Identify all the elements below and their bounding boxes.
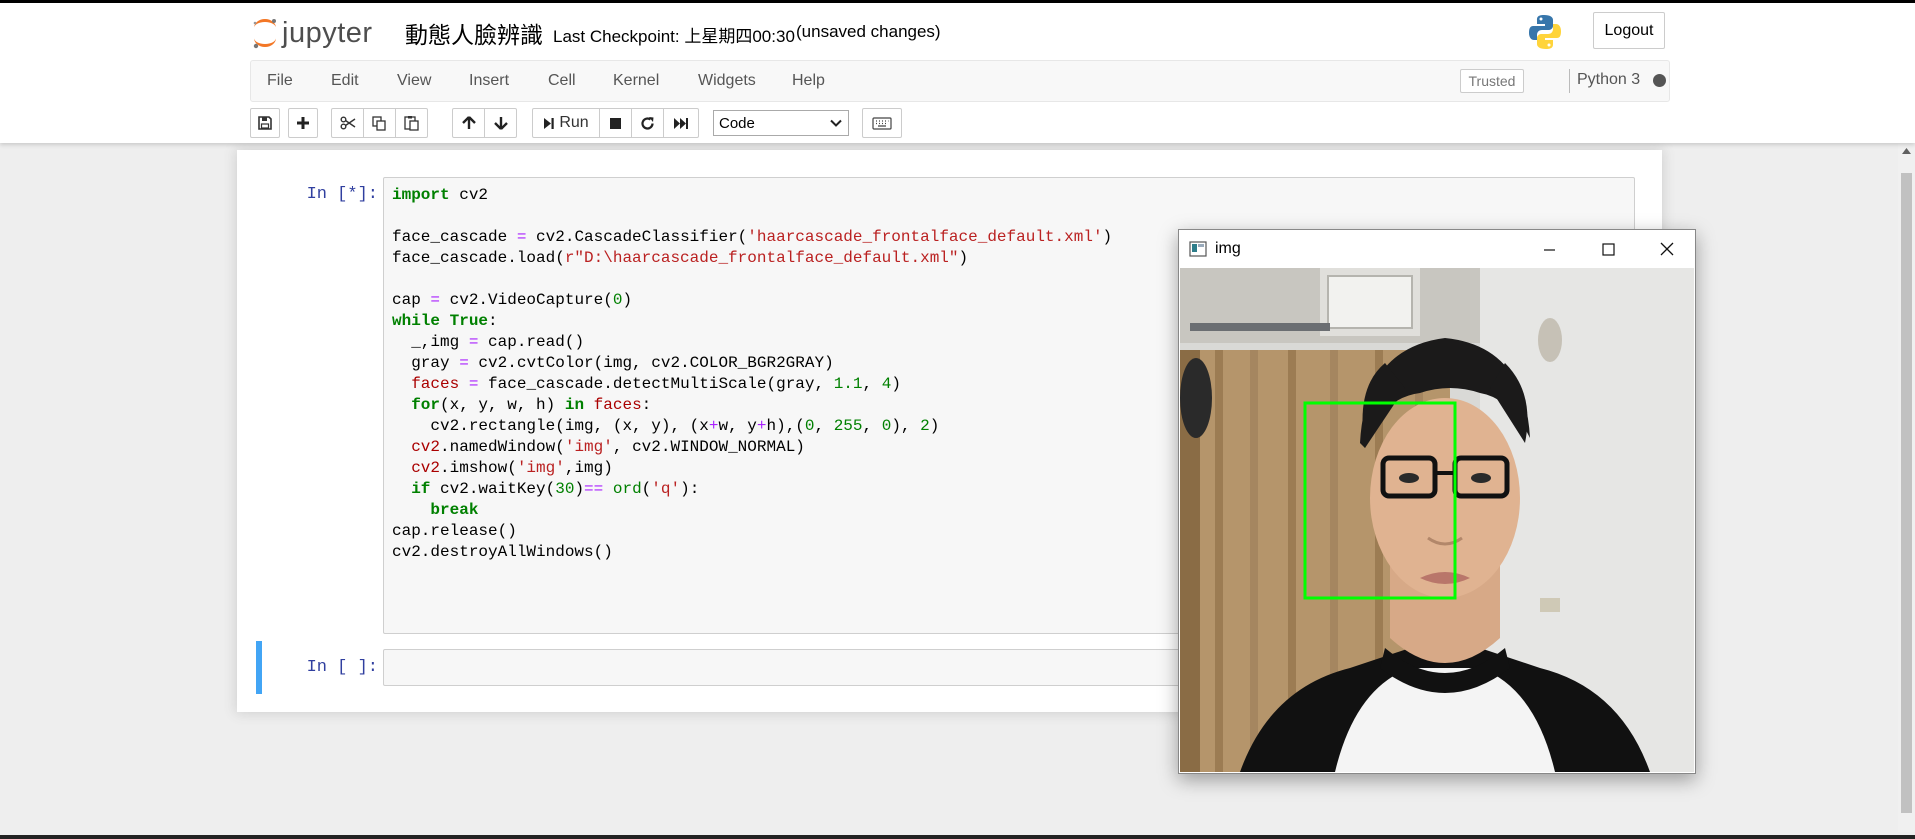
close-icon [1660, 242, 1674, 256]
cell-1-prompt: In [*]: [306, 185, 378, 204]
stop-icon [610, 117, 621, 129]
kernel-busy-indicator [1653, 74, 1666, 87]
minimize-icon [1543, 248, 1555, 251]
move-down-button[interactable] [484, 108, 517, 138]
plus-icon [297, 117, 309, 129]
checkpoint-status: Last Checkpoint: 上星期四00:30 [553, 27, 795, 46]
menu-cell[interactable]: Cell [548, 72, 576, 90]
minimize-button[interactable] [1538, 238, 1560, 260]
cell-2-prompt: In [ ]: [306, 658, 378, 677]
menu-view[interactable]: View [397, 72, 431, 90]
run-label: Run [559, 114, 589, 131]
restart-button[interactable] [631, 108, 664, 138]
kernel-name: Python 3 [1577, 71, 1641, 88]
keyboard-icon [872, 116, 892, 130]
image-window-title: img [1215, 240, 1241, 257]
code-cell-1-source[interactable]: import cv2 face_cascade = cv2.CascadeCla… [392, 185, 1112, 563]
menu-edit[interactable]: Edit [331, 72, 359, 90]
autosave-status: (unsaved changes) [796, 22, 941, 41]
restart-run-all-button[interactable] [663, 108, 699, 138]
notebook-name[interactable]: 動態人臉辨識 [405, 16, 543, 50]
insert-cell-button[interactable] [288, 108, 318, 138]
maximize-button[interactable] [1597, 238, 1619, 260]
maximize-icon [1601, 242, 1615, 256]
restart-icon [641, 116, 654, 130]
kernel-separator [1569, 69, 1570, 93]
webcam-image [1180, 268, 1694, 772]
header-bar: jupyter 動態人臉辨識 Last Checkpoint: 上星期四00:3… [250, 6, 1670, 58]
cell-type-select[interactable]: Code [713, 110, 849, 136]
paste-icon [404, 116, 419, 131]
window-app-icon [1189, 241, 1207, 257]
copy-button[interactable] [363, 108, 396, 138]
menubar: File Edit View Insert Cell Kernel Widget… [250, 60, 1670, 102]
menu-kernel[interactable]: Kernel [613, 72, 659, 90]
save-icon [258, 116, 272, 130]
interrupt-button[interactable] [599, 108, 632, 138]
command-palette-button[interactable] [862, 108, 902, 138]
copy-icon [372, 115, 386, 131]
menu-file[interactable]: File [267, 72, 293, 90]
fast-forward-icon [674, 117, 688, 129]
cut-icon [340, 116, 355, 130]
page-scrollbar[interactable] [1898, 143, 1915, 832]
scroll-up-arrow-icon[interactable] [1902, 148, 1911, 154]
jupyter-logo-text: jupyter [282, 16, 373, 49]
webcam-frame [1180, 268, 1694, 772]
run-button[interactable]: Run [532, 108, 600, 138]
menu-insert[interactable]: Insert [469, 72, 509, 90]
cell-type-value: Code [719, 114, 755, 132]
python-logo-icon [1529, 15, 1561, 49]
cut-button[interactable] [331, 108, 364, 138]
paste-button[interactable] [395, 108, 428, 138]
window-bottom-edge [0, 835, 1915, 839]
run-icon [544, 117, 555, 129]
chevron-down-icon [830, 119, 842, 127]
arrow-down-icon [493, 117, 508, 130]
move-up-button[interactable] [452, 108, 485, 138]
jupyter-logo-icon [253, 19, 276, 49]
scrollbar-thumb[interactable] [1901, 173, 1912, 813]
arrow-up-icon [461, 116, 476, 129]
close-button[interactable] [1656, 238, 1678, 260]
trusted-badge[interactable]: Trusted [1460, 69, 1524, 93]
opencv-image-window[interactable]: img [1178, 229, 1696, 774]
header: jupyter 動態人臉辨識 Last Checkpoint: 上星期四00:3… [0, 0, 1915, 143]
jupyter-logo[interactable]: jupyter [250, 16, 373, 50]
menu-widgets[interactable]: Widgets [698, 72, 756, 90]
save-button[interactable] [250, 108, 280, 138]
image-window-titlebar[interactable]: img [1179, 230, 1695, 268]
toolbar: Run Code [250, 108, 1670, 140]
menu-help[interactable]: Help [792, 72, 825, 90]
logout-button[interactable]: Logout [1593, 12, 1665, 49]
